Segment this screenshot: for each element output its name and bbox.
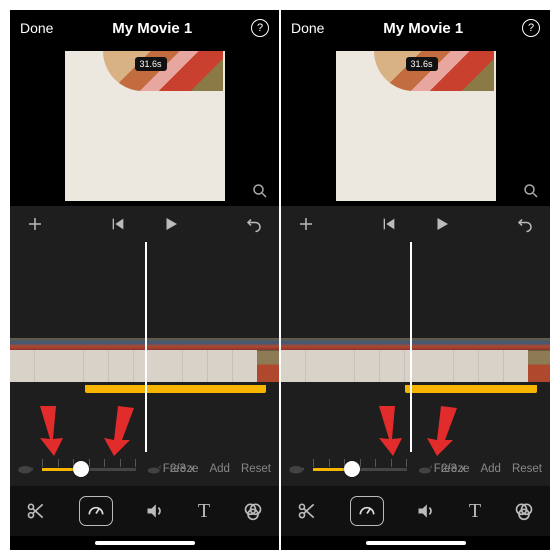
add-button[interactable]: Add [209,463,229,475]
clip-thumbnail[interactable] [10,338,59,382]
duration-badge: 31.6s [135,57,167,71]
scissors-icon[interactable] [297,501,317,521]
speed-slider[interactable] [313,457,407,481]
done-button[interactable]: Done [20,20,53,36]
video-preview: 31.6s [281,46,550,206]
right-screenshot: Done My Movie 1 ? 31.6s [281,10,550,550]
titles-icon[interactable]: T [198,500,210,523]
project-title: My Movie 1 [112,20,192,37]
clip-thumbnail[interactable] [109,338,158,382]
skip-start-button[interactable] [110,216,126,232]
reset-button[interactable]: Reset [241,463,271,475]
freeze-button[interactable]: Freeze [163,463,199,475]
help-button[interactable]: ? [251,19,269,37]
zoom-icon[interactable] [251,182,269,200]
edit-toolbar: T [281,486,550,536]
clip-thumbnail[interactable] [208,338,257,382]
add-media-button[interactable] [26,215,44,233]
timeline[interactable] [281,242,550,452]
clip-thumbnail[interactable] [479,338,528,382]
video-preview: 31.6s [10,46,279,206]
clip-thumbnail[interactable] [257,338,279,382]
clip-thumbnail[interactable] [528,338,550,382]
freeze-button[interactable]: Freeze [434,463,470,475]
filters-icon[interactable] [243,501,263,521]
preview-frame[interactable]: 31.6s [65,51,225,201]
undo-button[interactable] [245,215,263,233]
speedometer-icon[interactable] [350,496,384,526]
preview-frame[interactable]: 31.6s [336,51,496,201]
help-button[interactable]: ? [522,19,540,37]
skip-start-button[interactable] [381,216,397,232]
speedometer-icon[interactable] [79,496,113,526]
clip-thumbnail[interactable] [59,338,108,382]
left-screenshot: Done My Movie 1 ? 31.6s [10,10,279,550]
speed-slider-knob[interactable] [73,461,89,477]
hare-icon [144,462,162,476]
playhead[interactable] [145,242,147,452]
home-indicator [281,536,550,550]
home-indicator [10,536,279,550]
tortoise-icon [16,462,34,476]
add-media-button[interactable] [297,215,315,233]
edit-toolbar: T [10,486,279,536]
duration-badge: 31.6s [406,57,438,71]
transport-bar [10,206,279,242]
transport-bar [281,206,550,242]
top-bar: Done My Movie 1 ? [10,10,279,46]
done-button[interactable]: Done [291,20,324,36]
speed-slider[interactable] [42,457,136,481]
clip-thumbnail[interactable] [281,338,330,382]
speed-controls: 2/3 x Freeze Add Reset [10,452,279,486]
reset-button[interactable]: Reset [512,463,542,475]
timeline[interactable] [10,242,279,452]
hare-icon [415,462,433,476]
top-bar: Done My Movie 1 ? [281,10,550,46]
volume-icon[interactable] [145,501,165,521]
zoom-icon[interactable] [522,182,540,200]
play-button[interactable] [433,215,451,233]
clip-thumbnail[interactable] [380,338,429,382]
undo-button[interactable] [516,215,534,233]
clip-thumbnail[interactable] [429,338,478,382]
filters-icon[interactable] [514,501,534,521]
speed-slider-knob[interactable] [344,461,360,477]
volume-icon[interactable] [416,501,436,521]
speed-controls: 2/3 x Freeze Add Reset [281,452,550,486]
scissors-icon[interactable] [26,501,46,521]
playhead[interactable] [410,242,412,452]
clip-thumbnail[interactable] [330,338,379,382]
project-title: My Movie 1 [383,20,463,37]
add-button[interactable]: Add [480,463,500,475]
tortoise-icon [287,462,305,476]
clip-thumbnail[interactable] [158,338,207,382]
speed-range-bar[interactable] [281,382,550,394]
play-button[interactable] [162,215,180,233]
titles-icon[interactable]: T [469,500,481,523]
